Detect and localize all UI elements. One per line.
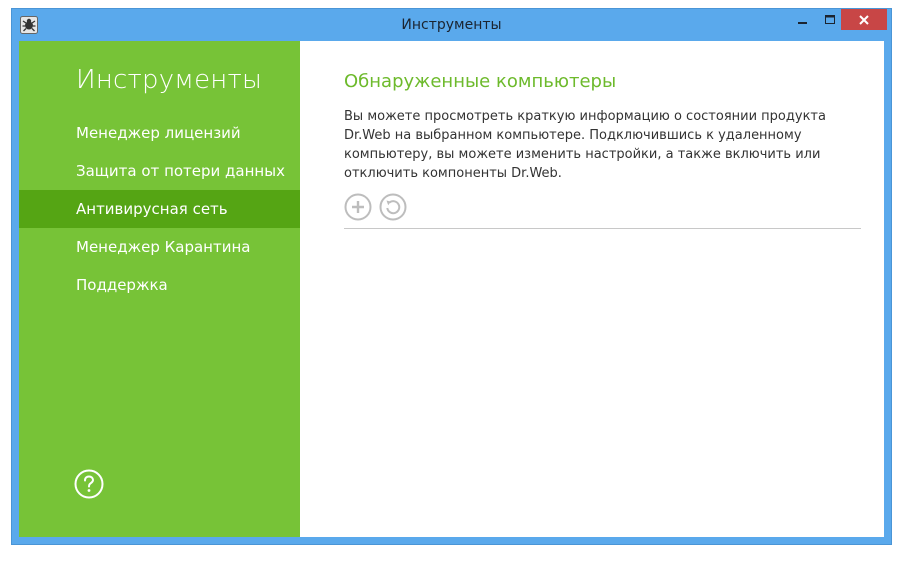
page-description: Вы можете просмотреть краткую информацию… [344, 109, 826, 181]
app-window: Инструменты Инструменты Менеджер лицензи… [11, 8, 892, 545]
refresh-button[interactable] [379, 193, 407, 221]
close-icon [859, 14, 869, 25]
question-circle-icon [74, 469, 104, 499]
sidebar-item-quarantine-manager[interactable]: Менеджер Карантина [19, 228, 300, 266]
main-panel: Обнаруженные компьютеры Вы можете просмо… [300, 41, 884, 537]
title-bar[interactable]: Инструменты [12, 9, 891, 41]
add-computer-button[interactable] [344, 193, 372, 221]
sidebar-item-support[interactable]: Поддержка [19, 266, 300, 304]
plus-circle-icon [344, 193, 372, 221]
page-title: Обнаруженные компьютеры [344, 71, 617, 92]
list-divider [344, 228, 861, 229]
maximize-icon [824, 14, 835, 24]
sidebar-item-antivirus-network[interactable]: Антивирусная сеть [19, 190, 300, 228]
minimize-icon [797, 21, 807, 24]
window-content: Инструменты Менеджер лицензий Защита от … [19, 41, 884, 537]
sidebar: Инструменты Менеджер лицензий Защита от … [19, 41, 300, 537]
maximize-button[interactable] [816, 9, 843, 30]
window-title: Инструменты [401, 17, 502, 33]
sidebar-nav: Менеджер лицензий Защита от потери данны… [19, 114, 300, 304]
minimize-button[interactable] [789, 9, 816, 30]
sidebar-title: Инструменты [76, 65, 263, 95]
help-button[interactable] [74, 469, 104, 499]
sidebar-item-data-loss-prevention[interactable]: Защита от потери данных [19, 152, 300, 190]
close-button[interactable] [841, 9, 887, 30]
refresh-circle-icon [379, 193, 407, 221]
sidebar-item-license-manager[interactable]: Менеджер лицензий [19, 114, 300, 152]
